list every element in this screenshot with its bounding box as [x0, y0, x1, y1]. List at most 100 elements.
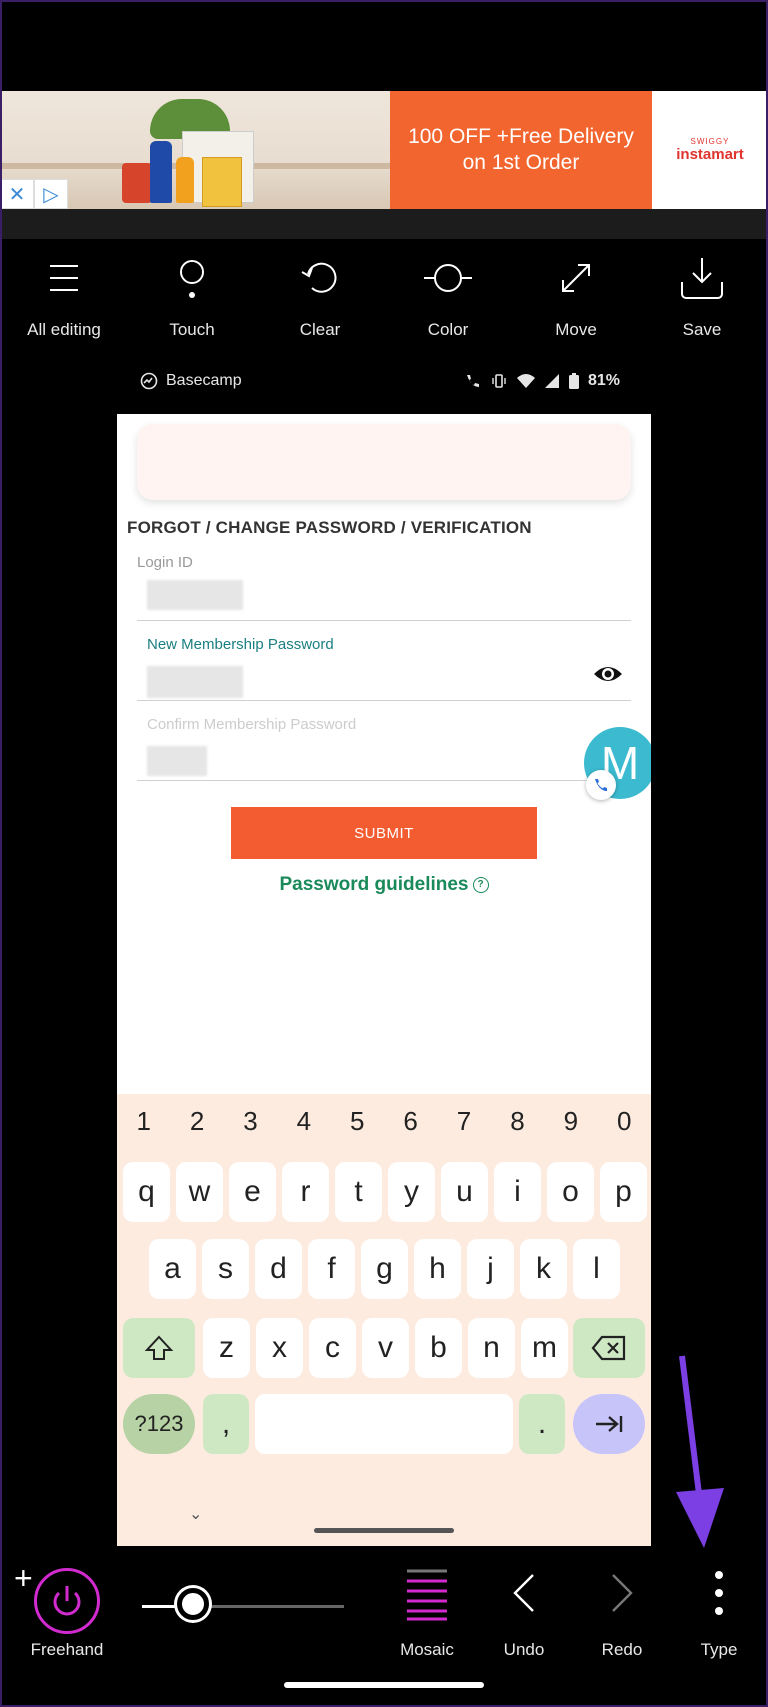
wifi-icon — [516, 374, 535, 388]
key-o[interactable]: o — [547, 1162, 594, 1222]
power-icon — [53, 1586, 81, 1616]
tool-touch[interactable]: Touch — [128, 252, 256, 340]
touch-icon — [180, 260, 204, 298]
key-z[interactable]: z — [203, 1318, 250, 1378]
key-f[interactable]: f — [308, 1239, 355, 1299]
system-gesture-bar — [284, 1682, 484, 1688]
key-p[interactable]: p — [600, 1162, 647, 1222]
number-key[interactable]: 4 — [277, 1106, 330, 1146]
collapse-keyboard-icon[interactable]: ⌄ — [189, 1504, 202, 1524]
key-u[interactable]: u — [441, 1162, 488, 1222]
symbols-key[interactable]: ?123 — [123, 1394, 195, 1454]
tool-color[interactable]: Color — [384, 252, 512, 340]
key-q[interactable]: q — [123, 1162, 170, 1222]
banner-divider — [0, 209, 768, 239]
ad-banner[interactable]: 100 OFF +Free Delivery on 1st Order SWIGG… — [0, 91, 768, 209]
key-g[interactable]: g — [361, 1239, 408, 1299]
backspace-icon — [591, 1335, 626, 1361]
number-key[interactable]: 8 — [491, 1106, 544, 1146]
new-password-label: New Membership Password — [147, 636, 334, 653]
confirm-password-field[interactable]: Confirm Membership Password — [137, 716, 631, 781]
key-h[interactable]: h — [414, 1239, 461, 1299]
key-a[interactable]: a — [149, 1239, 196, 1299]
key-e[interactable]: e — [229, 1162, 276, 1222]
confirm-password-label: Confirm Membership Password — [147, 716, 357, 733]
battery-percent: 81% — [587, 372, 620, 389]
move-icon — [562, 264, 590, 292]
header-card — [137, 424, 631, 500]
key-j[interactable]: j — [467, 1239, 514, 1299]
undo-button[interactable]: Undo — [479, 1558, 569, 1660]
brush-size-slider[interactable] — [142, 1588, 344, 1620]
key-i[interactable]: i — [494, 1162, 541, 1222]
color-icon — [424, 264, 472, 292]
captured-screen[interactable]: FORGOT / CHANGE PASSWORD / VERIFICATION … — [117, 414, 651, 1546]
password-guidelines-link[interactable]: Password guidelines? — [117, 874, 651, 896]
number-key[interactable]: 2 — [171, 1106, 224, 1146]
menu-icon — [50, 265, 78, 291]
number-key[interactable]: 9 — [544, 1106, 597, 1146]
tool-clear[interactable]: Clear — [256, 252, 384, 340]
key-k[interactable]: k — [520, 1239, 567, 1299]
type-more-button[interactable]: Type — [674, 1558, 764, 1660]
shift-icon — [144, 1335, 174, 1360]
space-key[interactable] — [255, 1394, 513, 1454]
new-password-field[interactable]: New Membership Password — [137, 636, 631, 701]
number-row: 1234567890 — [117, 1106, 651, 1146]
call-icon[interactable] — [586, 770, 616, 800]
adchoices-icon[interactable]: ▷ — [34, 179, 68, 209]
key-y[interactable]: y — [388, 1162, 435, 1222]
chevron-left-icon — [513, 1574, 534, 1612]
tool-save[interactable]: Save — [638, 252, 766, 340]
basecamp-icon — [140, 372, 158, 390]
slider-thumb[interactable] — [177, 1588, 209, 1620]
add-icon[interactable]: + — [14, 1560, 33, 1597]
number-key[interactable]: 0 — [598, 1106, 651, 1146]
tool-mosaic[interactable]: Mosaic — [382, 1558, 472, 1660]
redacted-value — [147, 746, 207, 776]
key-v[interactable]: v — [362, 1318, 409, 1378]
number-key[interactable]: 6 — [384, 1106, 437, 1146]
submit-button[interactable]: SUBMIT — [231, 807, 537, 859]
more-vertical-icon — [715, 1571, 723, 1615]
key-t[interactable]: t — [335, 1162, 382, 1222]
form-title: FORGOT / CHANGE PASSWORD / VERIFICATION — [127, 518, 532, 537]
key-b[interactable]: b — [415, 1318, 462, 1378]
next-key[interactable] — [573, 1394, 645, 1454]
tool-all-editing[interactable]: All editing — [0, 252, 128, 340]
freehand-power-button[interactable] — [34, 1568, 100, 1634]
ad-close-icon[interactable]: ✕ — [0, 179, 34, 209]
on-screen-keyboard: 1234567890 ?123 , . ⌄ qwertyuiop asdfghjk… — [117, 1094, 651, 1546]
mosaic-icon — [407, 1569, 447, 1621]
number-key[interactable]: 5 — [331, 1106, 384, 1146]
edit-toolbar: All editing Touch Clear Color Move Save — [0, 252, 768, 352]
status-bar: Basecamp 81% — [140, 372, 620, 400]
number-key[interactable]: 3 — [224, 1106, 277, 1146]
tool-move[interactable]: Move — [512, 252, 640, 340]
freehand-label-wrap: Freehand — [22, 1640, 112, 1660]
key-m[interactable]: m — [521, 1318, 568, 1378]
key-s[interactable]: s — [202, 1239, 249, 1299]
key-c[interactable]: c — [309, 1318, 356, 1378]
redacted-value — [147, 666, 243, 698]
clear-icon — [301, 262, 337, 293]
shift-key[interactable] — [123, 1318, 195, 1378]
ad-offer-text[interactable]: 100 OFF +Free Delivery on 1st Order — [390, 91, 652, 209]
number-key[interactable]: 1 — [117, 1106, 170, 1146]
key-w[interactable]: w — [176, 1162, 223, 1222]
backspace-key[interactable] — [573, 1318, 645, 1378]
period-key[interactable]: . — [519, 1394, 565, 1454]
key-d[interactable]: d — [255, 1239, 302, 1299]
login-id-field[interactable]: Login ID — [137, 554, 631, 621]
key-n[interactable]: n — [468, 1318, 515, 1378]
key-r[interactable]: r — [282, 1162, 329, 1222]
gesture-bar — [314, 1528, 454, 1533]
key-x[interactable]: x — [256, 1318, 303, 1378]
ad-brand-logo: SWIGGY instamart — [652, 91, 768, 209]
show-password-eye-icon[interactable] — [593, 662, 623, 686]
comma-key[interactable]: , — [203, 1394, 249, 1454]
redo-button[interactable]: Redo — [577, 1558, 667, 1660]
number-key[interactable]: 7 — [438, 1106, 491, 1146]
key-l[interactable]: l — [573, 1239, 620, 1299]
signal-icon — [544, 374, 559, 388]
